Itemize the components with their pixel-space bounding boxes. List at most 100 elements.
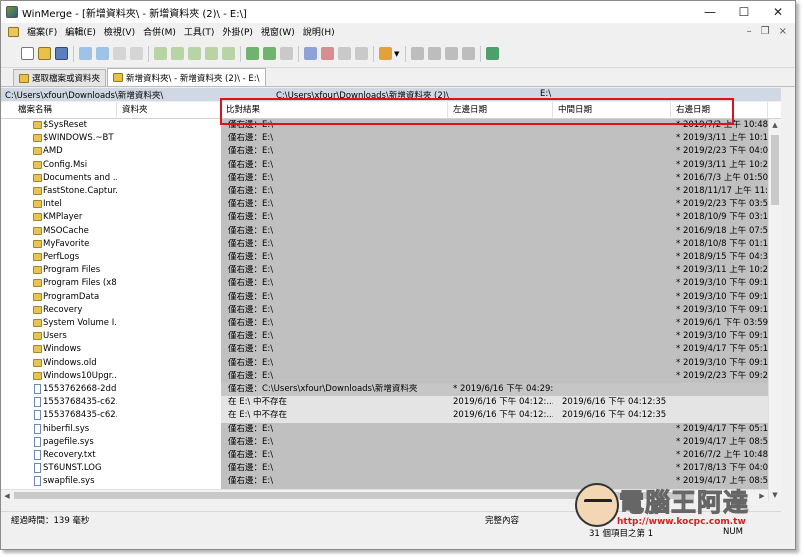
item-name: KMPlayer — [43, 212, 83, 223]
refresh-icon[interactable] — [280, 47, 293, 60]
sync-icon[interactable] — [486, 47, 500, 60]
item-result: 僅右邊：E:\ — [228, 344, 274, 355]
list-item[interactable]: pagefile.sys 僅右邊：E:\ * 2019/4/17 上午 08:56: — [1, 435, 781, 449]
status-center: 完整內容 — [485, 516, 520, 526]
copy-to-left-icon[interactable] — [263, 47, 276, 60]
item-right-date: * 2018/10/9 下午 03:11: — [676, 212, 768, 223]
menu-file[interactable]: 檔案(F) — [23, 25, 61, 38]
scroll-left-icon[interactable]: ◀ — [1, 490, 13, 502]
scroll-thumb[interactable] — [771, 135, 779, 205]
list-item[interactable]: 1553768435-c62... 在 E:\ 中不存在 2019/6/16 下午 … — [1, 409, 781, 423]
maximize-button[interactable]: ☐ — [727, 1, 761, 23]
list-item[interactable]: Windows10Upgr... 僅右邊：E:\ * 2019/2/23 下午 09… — [1, 369, 781, 383]
item-name: Intel — [43, 199, 62, 210]
document-menu-icon[interactable] — [8, 26, 19, 37]
current-diff-icon[interactable] — [445, 47, 459, 60]
list-item[interactable]: MSOCache 僅右邊：E:\ * 2016/9/18 上午 07:58: — [1, 224, 781, 238]
show-left-unique-icon[interactable] — [188, 47, 201, 60]
menu-help[interactable]: 說明(H) — [299, 25, 339, 38]
list-item[interactable]: $WINDOWS.~BT 僅右邊：E:\ * 2019/3/11 上午 10:16: — [1, 132, 781, 146]
scroll-up-icon[interactable]: ▲ — [769, 119, 781, 131]
list-item[interactable]: Users 僅右邊：E:\ * 2019/3/10 下午 09:14: — [1, 330, 781, 344]
list-item[interactable]: 1553762668-2dd... 僅右邊：C:\Users\xfour\Down… — [1, 383, 781, 397]
scroll-right-icon[interactable]: ▶ — [756, 490, 768, 502]
menu-plugins[interactable]: 外掛(P) — [218, 25, 256, 38]
list-item[interactable]: Recovery.txt 僅右邊：E:\ * 2016/7/2 上午 10:48:2 — [1, 449, 781, 463]
list-item[interactable]: Config.Msi 僅右邊：E:\ * 2019/3/11 上午 10:21: — [1, 158, 781, 172]
list-item[interactable]: ST6UNST.LOG 僅右邊：E:\ * 2017/8/13 下午 04:05: — [1, 462, 781, 476]
item-result: 僅右邊：E:\ — [228, 318, 274, 328]
prev-diff-icon[interactable] — [321, 47, 334, 60]
list-item[interactable]: Windows 僅右邊：E:\ * 2019/4/17 下午 05:18: — [1, 343, 781, 357]
list-item[interactable]: AMD 僅右邊：E:\ * 2019/2/23 下午 04:00: — [1, 145, 781, 159]
minimize-button[interactable]: — — [693, 1, 727, 23]
item-result: 僅右邊：E:\ — [228, 304, 274, 315]
mdi-close-icon[interactable]: × — [779, 26, 787, 37]
mdi-restore-icon[interactable]: ❐ — [761, 26, 770, 37]
menu-edit[interactable]: 編輯(E) — [61, 25, 100, 38]
file-icon — [34, 410, 41, 421]
compare-icon[interactable] — [355, 47, 368, 60]
dropdown-arrow-icon[interactable]: ▼ — [394, 50, 399, 58]
next-diff-icon[interactable] — [304, 47, 317, 60]
list-item[interactable]: swapfile.sys 僅右邊：E:\ * 2019/4/17 上午 08:56: — [1, 475, 781, 489]
cut-icon[interactable] — [113, 47, 126, 60]
left-path: C:\Users\xfour\Downloads\新增資料夾\ — [5, 91, 164, 101]
col-filename[interactable]: 檔案名稱 — [13, 102, 117, 119]
scroll-thumb-horizontal[interactable] — [14, 492, 694, 499]
tab-folder-compare[interactable]: 新增資料夾\ - 新增資料夾 (2)\ - E:\ — [107, 68, 266, 86]
list-item[interactable]: ProgramData 僅右邊：E:\ * 2019/3/10 下午 09:13: — [1, 290, 781, 304]
list-item[interactable]: System Volume I... 僅右邊：E:\ * 2019/6/1 下午 0… — [1, 317, 781, 331]
first-diff-icon[interactable] — [411, 47, 425, 60]
merge-icon[interactable] — [338, 47, 351, 60]
list-item[interactable]: 1553768435-c62... 在 E:\ 中不存在 2019/6/16 下午 … — [1, 396, 781, 410]
list-item[interactable]: Windows.old 僅右邊：E:\ * 2019/3/10 下午 09:17: — [1, 356, 781, 370]
list-item[interactable]: FastStone.Captur... 僅右邊：E:\ * 2018/11/17 上… — [1, 185, 781, 199]
show-right-unique-icon[interactable] — [205, 47, 218, 60]
save-icon[interactable] — [55, 47, 68, 60]
file-icon — [34, 384, 41, 394]
scroll-down-icon[interactable]: ▼ — [769, 489, 781, 501]
list-item[interactable]: Program Files 僅右邊：E:\ * 2019/3/11 上午 10:21… — [1, 264, 781, 278]
item-result: 僅右邊：E:\ — [228, 370, 274, 381]
all-diff-icon[interactable] — [462, 47, 476, 60]
horizontal-scrollbar[interactable]: ◀ ▶ — [1, 489, 768, 501]
undo-icon[interactable] — [79, 47, 92, 60]
list-item[interactable]: Intel 僅右邊：E:\ * 2019/2/23 下午 03:54: — [1, 198, 781, 212]
col-folder[interactable]: 資料夾 — [117, 102, 221, 119]
list-item[interactable]: MyFavorite 僅右邊：E:\ * 2018/10/8 下午 01:15: — [1, 237, 781, 251]
mdi-minimize-icon[interactable]: – — [747, 26, 752, 37]
list-item[interactable]: PerfLogs 僅右邊：E:\ * 2018/9/15 下午 04:33: — [1, 251, 781, 265]
menu-view[interactable]: 檢視(V) — [100, 25, 139, 38]
list-item[interactable]: hiberfil.sys 僅右邊：E:\ * 2019/4/17 下午 05:18: — [1, 422, 781, 436]
close-button[interactable]: ✕ — [761, 1, 795, 23]
list-item[interactable]: KMPlayer 僅右邊：E:\ * 2018/10/9 下午 03:11: — [1, 211, 781, 225]
file-icon — [34, 436, 41, 447]
menu-window[interactable]: 視窗(W) — [257, 25, 299, 38]
item-result: 僅右邊：E:\ — [228, 252, 274, 262]
winmerge-window: WinMerge - [新增資料夾\ - 新增資料夾 (2)\ - E:\] —… — [0, 0, 796, 550]
tab-select-files[interactable]: 選取檔案或資料夾 — [13, 69, 107, 86]
title-bar[interactable]: WinMerge - [新增資料夾\ - 新增資料夾 (2)\ - E:\] —… — [1, 1, 795, 23]
item-name: 1553762668-2dd... — [43, 384, 117, 394]
show-skipped-icon[interactable] — [222, 47, 235, 60]
show-identical-icon[interactable] — [154, 47, 167, 60]
item-name: 1553768435-c62... — [43, 397, 117, 408]
list-item[interactable]: Documents and ... 僅右邊：E:\ * 2016/7/3 上午 01… — [1, 171, 781, 185]
open-icon[interactable] — [38, 47, 51, 60]
list-item[interactable]: Recovery 僅右邊：E:\ * 2019/3/10 下午 09:13: — [1, 303, 781, 317]
folder-icon — [33, 134, 42, 143]
redo-icon[interactable] — [96, 47, 109, 60]
menu-tools[interactable]: 工具(T) — [180, 25, 219, 38]
menu-merge[interactable]: 合併(M) — [139, 25, 180, 38]
last-diff-icon[interactable] — [428, 47, 442, 60]
list-item[interactable]: Program Files (x86) 僅右邊：E:\ * 2019/3/10 下午… — [1, 277, 781, 291]
vertical-scrollbar[interactable]: ▲ ▼ — [768, 119, 781, 501]
copy-icon[interactable] — [130, 47, 143, 60]
copy-to-right-icon[interactable] — [246, 47, 259, 60]
show-different-icon[interactable] — [171, 47, 184, 60]
options-icon[interactable] — [379, 47, 392, 60]
new-icon[interactable] — [21, 47, 34, 60]
item-right-date: * 2019/3/10 下午 09:13: — [676, 278, 768, 289]
toolbar-separator — [480, 45, 482, 62]
